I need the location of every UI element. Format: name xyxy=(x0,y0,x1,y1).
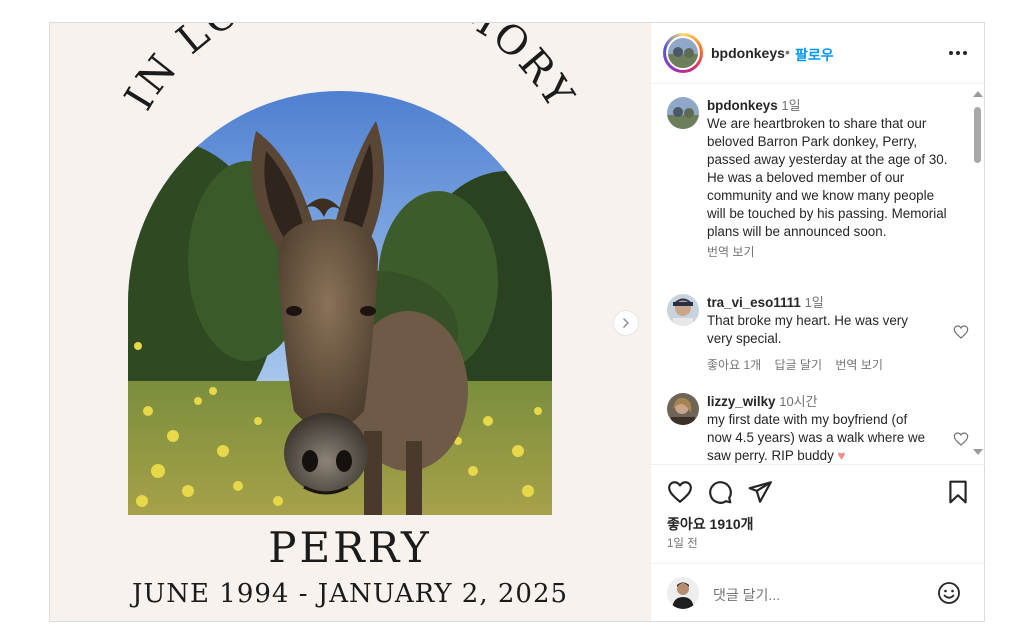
header-separator: • xyxy=(785,44,790,60)
comment-time: 1일 xyxy=(804,295,824,310)
scroll-thumb[interactable] xyxy=(974,107,981,163)
caption-translate-link[interactable]: 번역 보기 xyxy=(707,243,955,261)
comment-likes[interactable]: 좋아요 1개 xyxy=(707,358,761,372)
comment-like-heart-icon[interactable] xyxy=(953,431,969,447)
comment-time: 10시간 xyxy=(779,394,818,409)
comment-avatar[interactable] xyxy=(667,393,699,425)
comment-text: That broke my heart. He was very very sp… xyxy=(707,313,908,346)
heart-icon[interactable] xyxy=(667,479,693,505)
comment-icon[interactable] xyxy=(707,479,733,505)
more-horizontal-icon[interactable] xyxy=(947,43,969,63)
comment-translate-link[interactable]: 번역 보기 xyxy=(835,358,883,372)
instagram-post: IN LOVING MEMORY xyxy=(49,22,985,622)
chevron-right-icon xyxy=(623,318,630,328)
scroll-down-arrow-icon[interactable] xyxy=(973,449,983,455)
current-user-avatar xyxy=(667,577,699,609)
comment-input[interactable] xyxy=(711,584,915,606)
post-actions: 좋아요 1910개 1일 전 xyxy=(651,464,985,554)
post-time[interactable]: 1일 전 xyxy=(667,535,698,551)
likes-count[interactable]: 좋아요 1910개 xyxy=(667,514,754,534)
post-image[interactable]: IN LOVING MEMORY xyxy=(50,23,650,621)
caption-username[interactable]: bpdonkeys xyxy=(707,98,778,113)
memorial-dates: JUNE 1994 - JANUARY 2, 2025 xyxy=(131,579,569,609)
next-image-button[interactable] xyxy=(613,310,639,336)
caption-avatar[interactable] xyxy=(667,97,699,129)
post-side-panel: bpdonkeys • 팔로우 bpdonkeys 1일 We are hear… xyxy=(650,23,985,621)
comment-avatar[interactable] xyxy=(667,294,699,326)
memorial-name: PERRY xyxy=(268,523,432,572)
pink-heart-emoji: ♥ xyxy=(837,448,846,463)
emoji-icon[interactable] xyxy=(937,581,961,605)
donkey-photo xyxy=(128,91,552,515)
reply-button[interactable]: 답글 달기 xyxy=(775,358,823,372)
profile-avatar[interactable] xyxy=(663,33,703,73)
comments-list[interactable]: bpdonkeys 1일 We are heartbroken to share… xyxy=(651,85,971,463)
comment-like-heart-icon[interactable] xyxy=(953,324,969,340)
post-header: bpdonkeys • 팔로우 xyxy=(651,23,985,84)
follow-button[interactable]: 팔로우 xyxy=(795,45,834,65)
caption-text: We are heartbroken to share that our bel… xyxy=(707,116,948,239)
comment-username[interactable]: lizzy_wilky xyxy=(707,394,775,409)
share-icon[interactable] xyxy=(747,479,773,505)
comment-text: my first date with my boyfriend (of now … xyxy=(707,412,926,463)
add-comment-bar xyxy=(651,563,985,621)
bookmark-icon[interactable] xyxy=(945,479,971,505)
caption-time: 1일 xyxy=(781,98,801,113)
header-username[interactable]: bpdonkeys xyxy=(711,45,785,61)
comment-username[interactable]: tra_vi_eso1111 xyxy=(707,295,801,310)
scroll-up-arrow-icon[interactable] xyxy=(973,91,983,97)
